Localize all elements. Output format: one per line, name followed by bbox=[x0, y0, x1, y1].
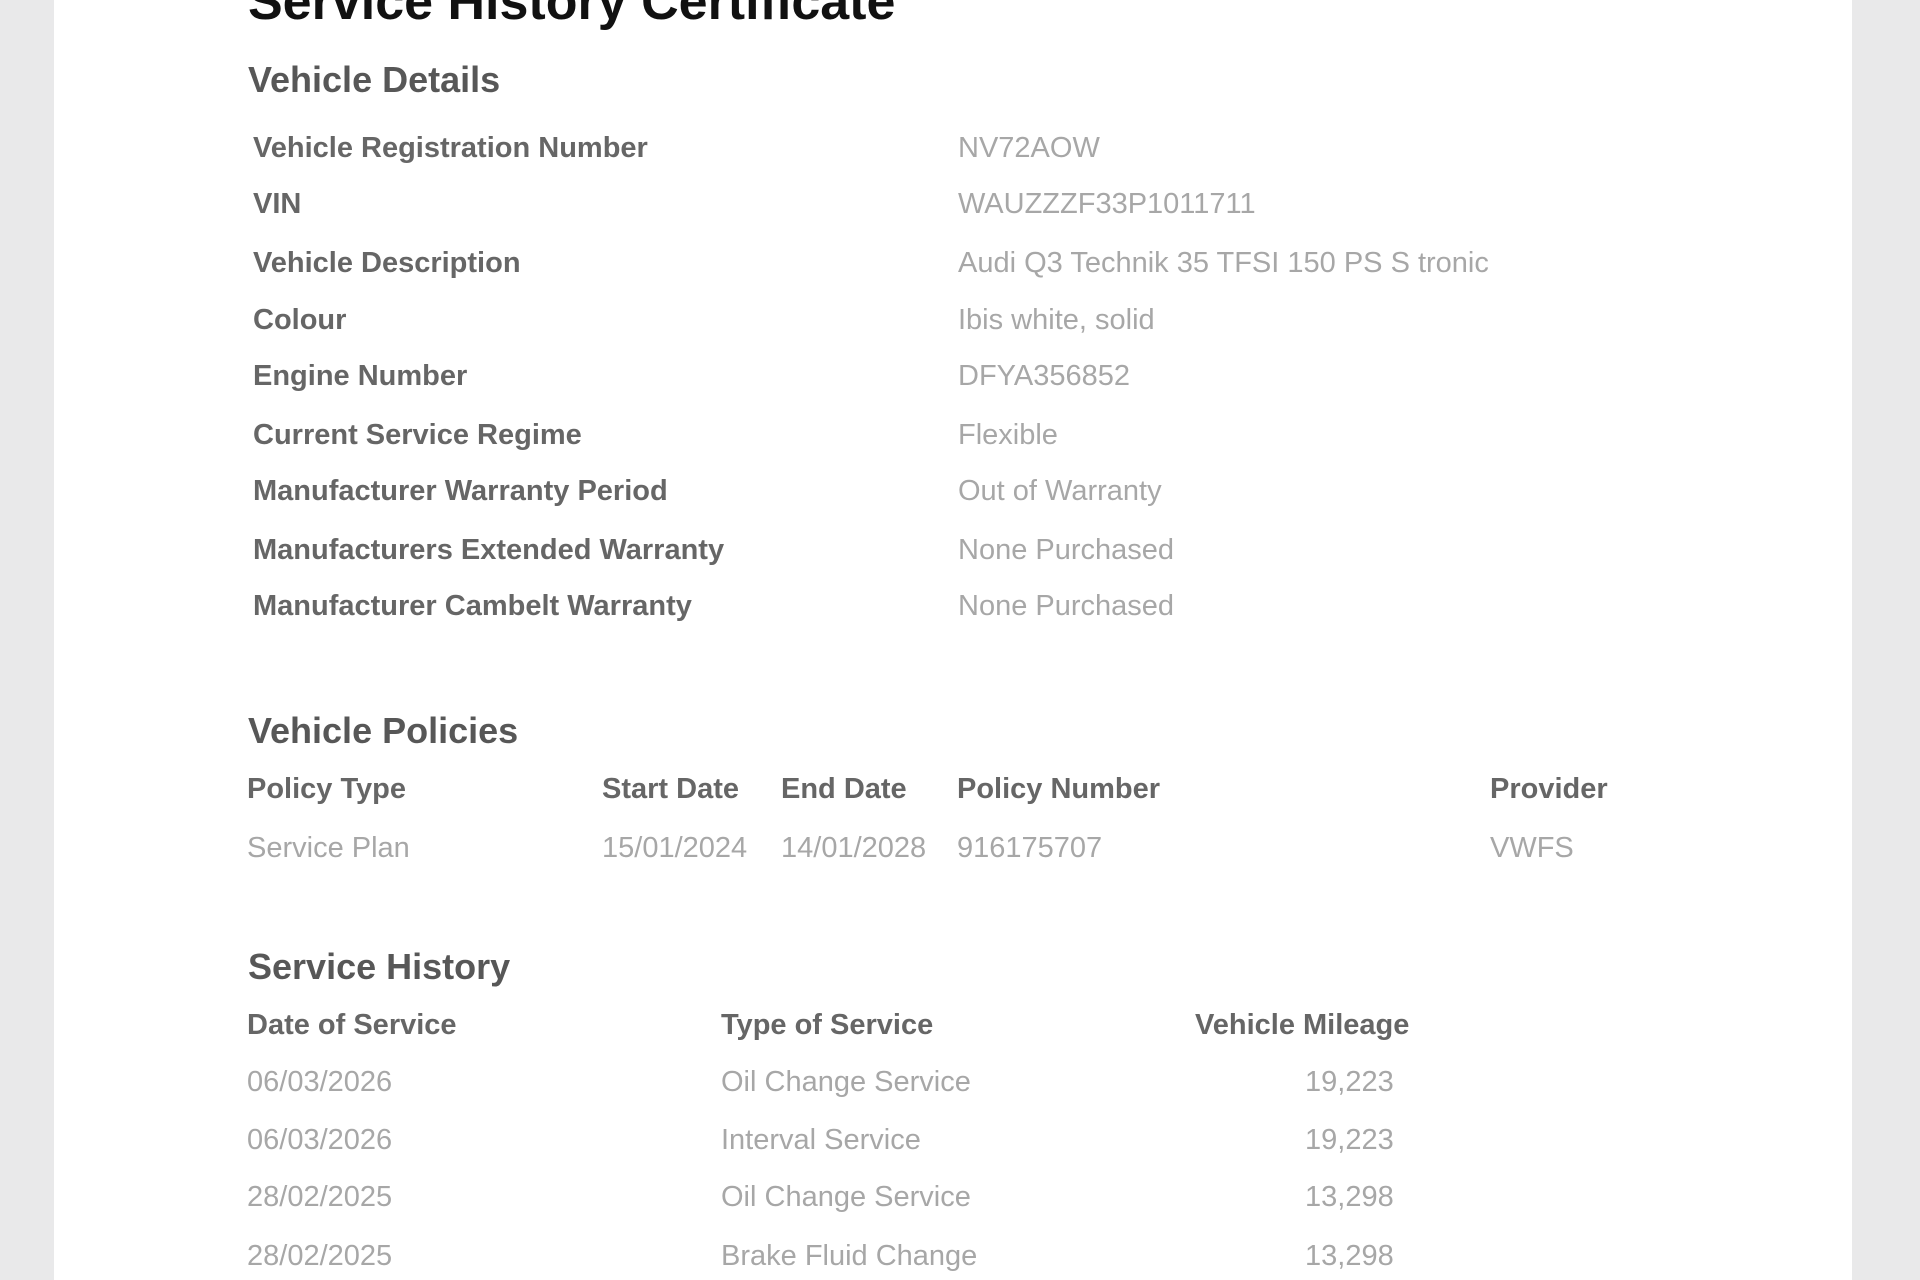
table-row: 28/02/2025 Brake Fluid Change 13,298 bbox=[54, 1236, 1852, 1276]
detail-row-registration: Vehicle Registration Number NV72AOW bbox=[54, 128, 1852, 168]
service-date-cell: 28/02/2025 bbox=[247, 1181, 393, 1213]
detail-value: Flexible bbox=[958, 419, 1058, 451]
column-header-policy-number: Policy Number bbox=[957, 773, 1161, 805]
detail-row-vin: VIN WAUZZZF33P1011711 bbox=[54, 184, 1852, 224]
service-mileage-cell: 13,298 bbox=[1305, 1240, 1394, 1272]
policy-number-cell: 916175707 bbox=[957, 832, 1103, 864]
detail-row-service-regime: Current Service Regime Flexible bbox=[54, 415, 1852, 455]
service-type-cell: Brake Fluid Change bbox=[721, 1240, 978, 1272]
service-type-cell: Interval Service bbox=[721, 1124, 921, 1156]
detail-row-cambelt-warranty: Manufacturer Cambelt Warranty None Purch… bbox=[54, 586, 1852, 626]
service-date-cell: 06/03/2026 bbox=[247, 1066, 393, 1098]
vehicle-policies-heading: Vehicle Policies bbox=[248, 710, 519, 751]
detail-label: Engine Number bbox=[253, 360, 468, 392]
certificate-page: Service History Certificate Vehicle Deta… bbox=[54, 0, 1852, 1280]
detail-label: VIN bbox=[253, 188, 302, 220]
detail-value: Ibis white, solid bbox=[958, 304, 1155, 336]
service-type-cell: Oil Change Service bbox=[721, 1066, 971, 1098]
detail-label: Manufacturer Cambelt Warranty bbox=[253, 590, 692, 622]
detail-label: Colour bbox=[253, 304, 347, 336]
column-header-type-of-service: Type of Service bbox=[721, 1009, 934, 1041]
column-header-start-date: Start Date bbox=[602, 773, 739, 805]
detail-label: Manufacturers Extended Warranty bbox=[253, 534, 725, 566]
service-date-cell: 06/03/2026 bbox=[247, 1124, 393, 1156]
column-header-provider: Provider bbox=[1490, 773, 1608, 805]
detail-label: Vehicle Description bbox=[253, 247, 521, 279]
table-row: 06/03/2026 Interval Service 19,223 bbox=[54, 1120, 1852, 1160]
detail-row-description: Vehicle Description Audi Q3 Technik 35 T… bbox=[54, 243, 1852, 283]
service-type-cell: Oil Change Service bbox=[721, 1181, 971, 1213]
vehicle-details-heading: Vehicle Details bbox=[248, 59, 501, 100]
service-date-cell: 28/02/2025 bbox=[247, 1240, 393, 1272]
detail-row-extended-warranty: Manufacturers Extended Warranty None Pur… bbox=[54, 530, 1852, 570]
policy-type-cell: Service Plan bbox=[247, 832, 410, 864]
table-row: 06/03/2026 Oil Change Service 19,223 bbox=[54, 1062, 1852, 1102]
policy-provider-cell: VWFS bbox=[1490, 832, 1574, 864]
detail-label: Vehicle Registration Number bbox=[253, 132, 648, 164]
column-header-policy-type: Policy Type bbox=[247, 773, 407, 805]
column-header-end-date: End Date bbox=[781, 773, 907, 805]
detail-row-engine-number: Engine Number DFYA356852 bbox=[54, 356, 1852, 396]
detail-row-warranty-period: Manufacturer Warranty Period Out of Warr… bbox=[54, 471, 1852, 511]
table-row: 28/02/2025 Oil Change Service 13,298 bbox=[54, 1177, 1852, 1217]
detail-label: Current Service Regime bbox=[253, 419, 582, 451]
detail-row-colour: Colour Ibis white, solid bbox=[54, 300, 1852, 340]
column-header-vehicle-mileage: Vehicle Mileage bbox=[1195, 1009, 1410, 1041]
detail-value: WAUZZZF33P1011711 bbox=[958, 188, 1256, 220]
service-mileage-cell: 19,223 bbox=[1305, 1066, 1394, 1098]
detail-value: NV72AOW bbox=[958, 132, 1100, 164]
service-history-heading: Service History bbox=[248, 946, 511, 987]
column-header-date-of-service: Date of Service bbox=[247, 1009, 457, 1041]
service-mileage-cell: 13,298 bbox=[1305, 1181, 1394, 1213]
policies-header-row: Policy Type Start Date End Date Policy N… bbox=[54, 769, 1852, 809]
policy-end-date-cell: 14/01/2028 bbox=[781, 832, 927, 864]
policy-row: Service Plan 15/01/2024 14/01/2028 91617… bbox=[54, 828, 1852, 868]
policy-start-date-cell: 15/01/2024 bbox=[602, 832, 748, 864]
service-mileage-cell: 19,223 bbox=[1305, 1124, 1394, 1156]
detail-value: Audi Q3 Technik 35 TFSI 150 PS S tronic bbox=[958, 247, 1489, 279]
detail-value: None Purchased bbox=[958, 534, 1175, 566]
document-title: Service History Certificate bbox=[248, 0, 896, 31]
detail-label: Manufacturer Warranty Period bbox=[253, 475, 668, 507]
detail-value: None Purchased bbox=[958, 590, 1175, 622]
detail-value: Out of Warranty bbox=[958, 475, 1162, 507]
detail-value: DFYA356852 bbox=[958, 360, 1130, 392]
service-history-header-row: Date of Service Type of Service Vehicle … bbox=[54, 1005, 1852, 1045]
